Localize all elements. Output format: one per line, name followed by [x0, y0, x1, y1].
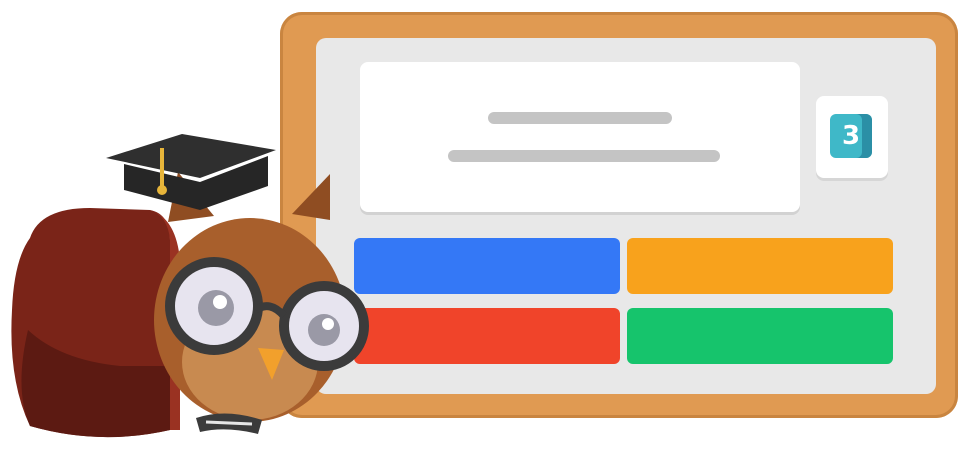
answer-option-green[interactable] — [627, 308, 893, 364]
question-placeholder-line — [488, 112, 672, 124]
answer-option-blue[interactable] — [354, 238, 620, 294]
answer-option-orange[interactable] — [627, 238, 893, 294]
question-number-badge: 3 — [830, 114, 872, 158]
question-placeholder-line — [448, 150, 720, 162]
question-number-tile: 3 — [816, 96, 888, 178]
question-card — [360, 62, 800, 212]
owl-graduate-icon — [11, 134, 369, 438]
answer-option-red[interactable] — [354, 308, 620, 364]
